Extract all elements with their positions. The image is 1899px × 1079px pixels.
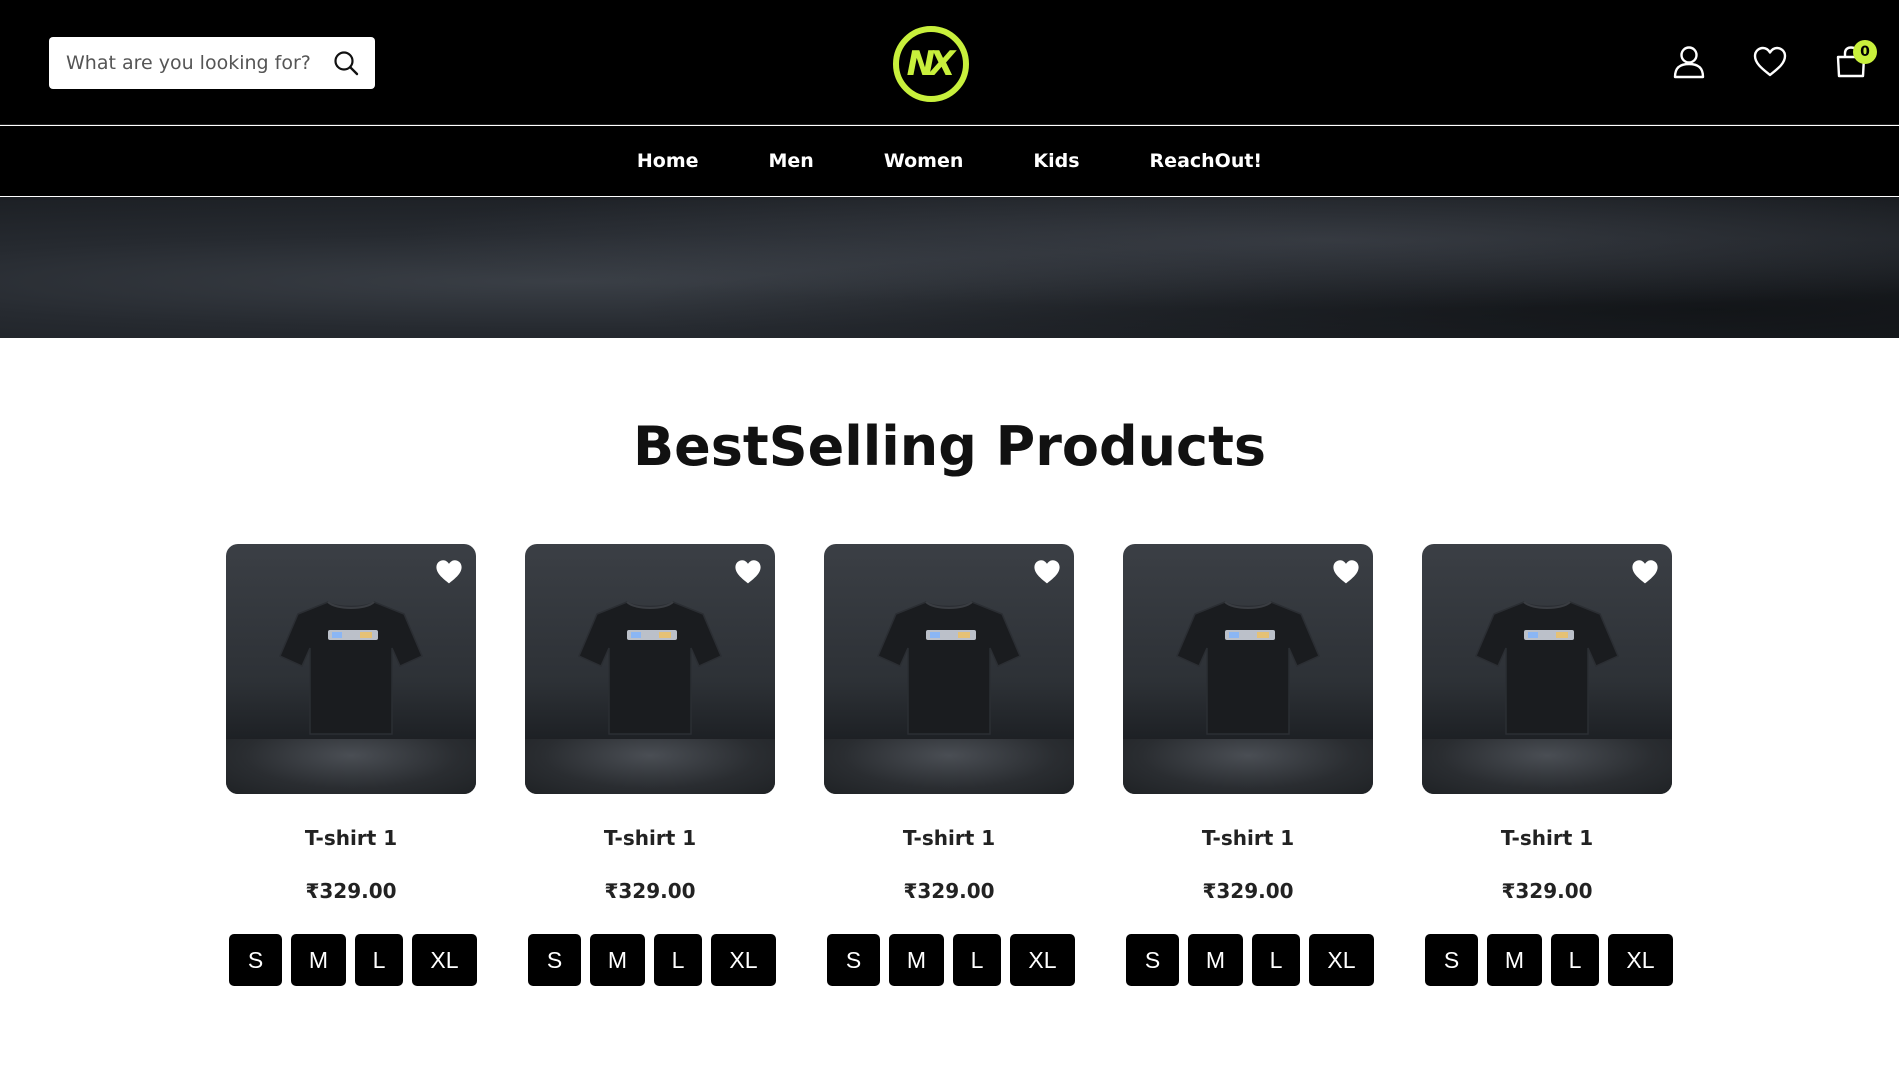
main-nav: Home Men Women Kids ReachOut! <box>0 126 1899 196</box>
size-options: S M L XL <box>528 934 776 986</box>
brand-logo[interactable]: NX <box>893 26 969 102</box>
section-title: BestSelling Products <box>632 415 1267 478</box>
wishlist-heart-icon[interactable] <box>1032 557 1062 587</box>
product-image[interactable] <box>226 544 476 794</box>
product-card[interactable]: T-shirt 1 ₹329.00 S M L XL <box>525 544 776 994</box>
top-header: NX 0 <box>0 0 1899 125</box>
product-name[interactable]: T-shirt 1 <box>824 826 1074 850</box>
product-image[interactable] <box>824 544 1074 794</box>
product-name[interactable]: T-shirt 1 <box>226 826 476 850</box>
product-price: ₹329.00 <box>1202 879 1294 903</box>
product-card[interactable]: T-shirt 1 ₹329.00 S M L XL <box>1123 544 1374 994</box>
product-image[interactable] <box>1123 544 1373 794</box>
size-button-s[interactable]: S <box>528 934 581 986</box>
size-button-l[interactable]: L <box>654 934 702 986</box>
wishlist-heart-icon[interactable] <box>1751 43 1789 81</box>
product-image[interactable] <box>1422 544 1672 794</box>
product-image[interactable] <box>525 544 775 794</box>
size-button-m[interactable]: M <box>1188 934 1243 986</box>
product-grid: T-shirt 1 ₹329.00 S M L XL T-shirt 1 ₹329.0… <box>226 544 1676 994</box>
size-button-s[interactable]: S <box>827 934 880 986</box>
nav-item-home[interactable]: Home <box>637 150 699 172</box>
product-image-floor <box>1422 739 1672 794</box>
size-button-l[interactable]: L <box>1252 934 1300 986</box>
wishlist-heart-icon[interactable] <box>1630 557 1660 587</box>
size-button-xl[interactable]: XL <box>711 934 776 986</box>
nav-item-men[interactable]: Men <box>769 150 814 172</box>
tshirt-image <box>578 601 722 735</box>
size-button-s[interactable]: S <box>1126 934 1179 986</box>
product-image-floor <box>525 739 775 794</box>
logo-text: NX <box>906 44 956 84</box>
product-card[interactable]: T-shirt 1 ₹329.00 S M L XL <box>1422 544 1673 994</box>
search-icon[interactable] <box>331 48 361 78</box>
product-image-floor <box>226 739 476 794</box>
size-button-m[interactable]: M <box>291 934 346 986</box>
product-name[interactable]: T-shirt 1 <box>525 826 775 850</box>
size-button-xl[interactable]: XL <box>412 934 477 986</box>
size-button-xl[interactable]: XL <box>1608 934 1673 986</box>
tshirt-image <box>1475 601 1619 735</box>
size-button-m[interactable]: M <box>889 934 944 986</box>
product-card[interactable]: T-shirt 1 ₹329.00 S M L XL <box>226 544 477 994</box>
product-image-floor <box>1123 739 1373 794</box>
tshirt-image <box>279 601 423 735</box>
product-price: ₹329.00 <box>1501 879 1593 903</box>
size-options: S M L XL <box>1126 934 1374 986</box>
size-button-s[interactable]: S <box>229 934 282 986</box>
size-options: S M L XL <box>1425 934 1673 986</box>
product-name[interactable]: T-shirt 1 <box>1123 826 1373 850</box>
size-button-m[interactable]: M <box>1487 934 1542 986</box>
size-button-m[interactable]: M <box>590 934 645 986</box>
size-options: S M L XL <box>229 934 477 986</box>
nav-item-women[interactable]: Women <box>884 150 964 172</box>
size-options: S M L XL <box>827 934 1075 986</box>
nav-item-reachout[interactable]: ReachOut! <box>1150 150 1263 172</box>
product-card[interactable]: T-shirt 1 ₹329.00 S M L XL <box>824 544 1075 994</box>
tshirt-image <box>1176 601 1320 735</box>
product-price: ₹329.00 <box>604 879 696 903</box>
size-button-l[interactable]: L <box>355 934 403 986</box>
wishlist-heart-icon[interactable] <box>434 557 464 587</box>
product-price: ₹329.00 <box>305 879 397 903</box>
search-box[interactable] <box>49 37 375 89</box>
size-button-xl[interactable]: XL <box>1010 934 1075 986</box>
product-image-floor <box>824 739 1074 794</box>
nav-item-kids[interactable]: Kids <box>1033 150 1079 172</box>
cart-count-badge: 0 <box>1853 40 1877 64</box>
product-name[interactable]: T-shirt 1 <box>1422 826 1672 850</box>
size-button-xl[interactable]: XL <box>1309 934 1374 986</box>
user-icon[interactable] <box>1670 43 1708 81</box>
product-price: ₹329.00 <box>903 879 995 903</box>
size-button-l[interactable]: L <box>1551 934 1599 986</box>
tshirt-image <box>877 601 1021 735</box>
hero-banner <box>0 197 1899 338</box>
size-button-s[interactable]: S <box>1425 934 1478 986</box>
size-button-l[interactable]: L <box>953 934 1001 986</box>
search-input[interactable] <box>66 52 331 74</box>
wishlist-heart-icon[interactable] <box>1331 557 1361 587</box>
wishlist-heart-icon[interactable] <box>733 557 763 587</box>
